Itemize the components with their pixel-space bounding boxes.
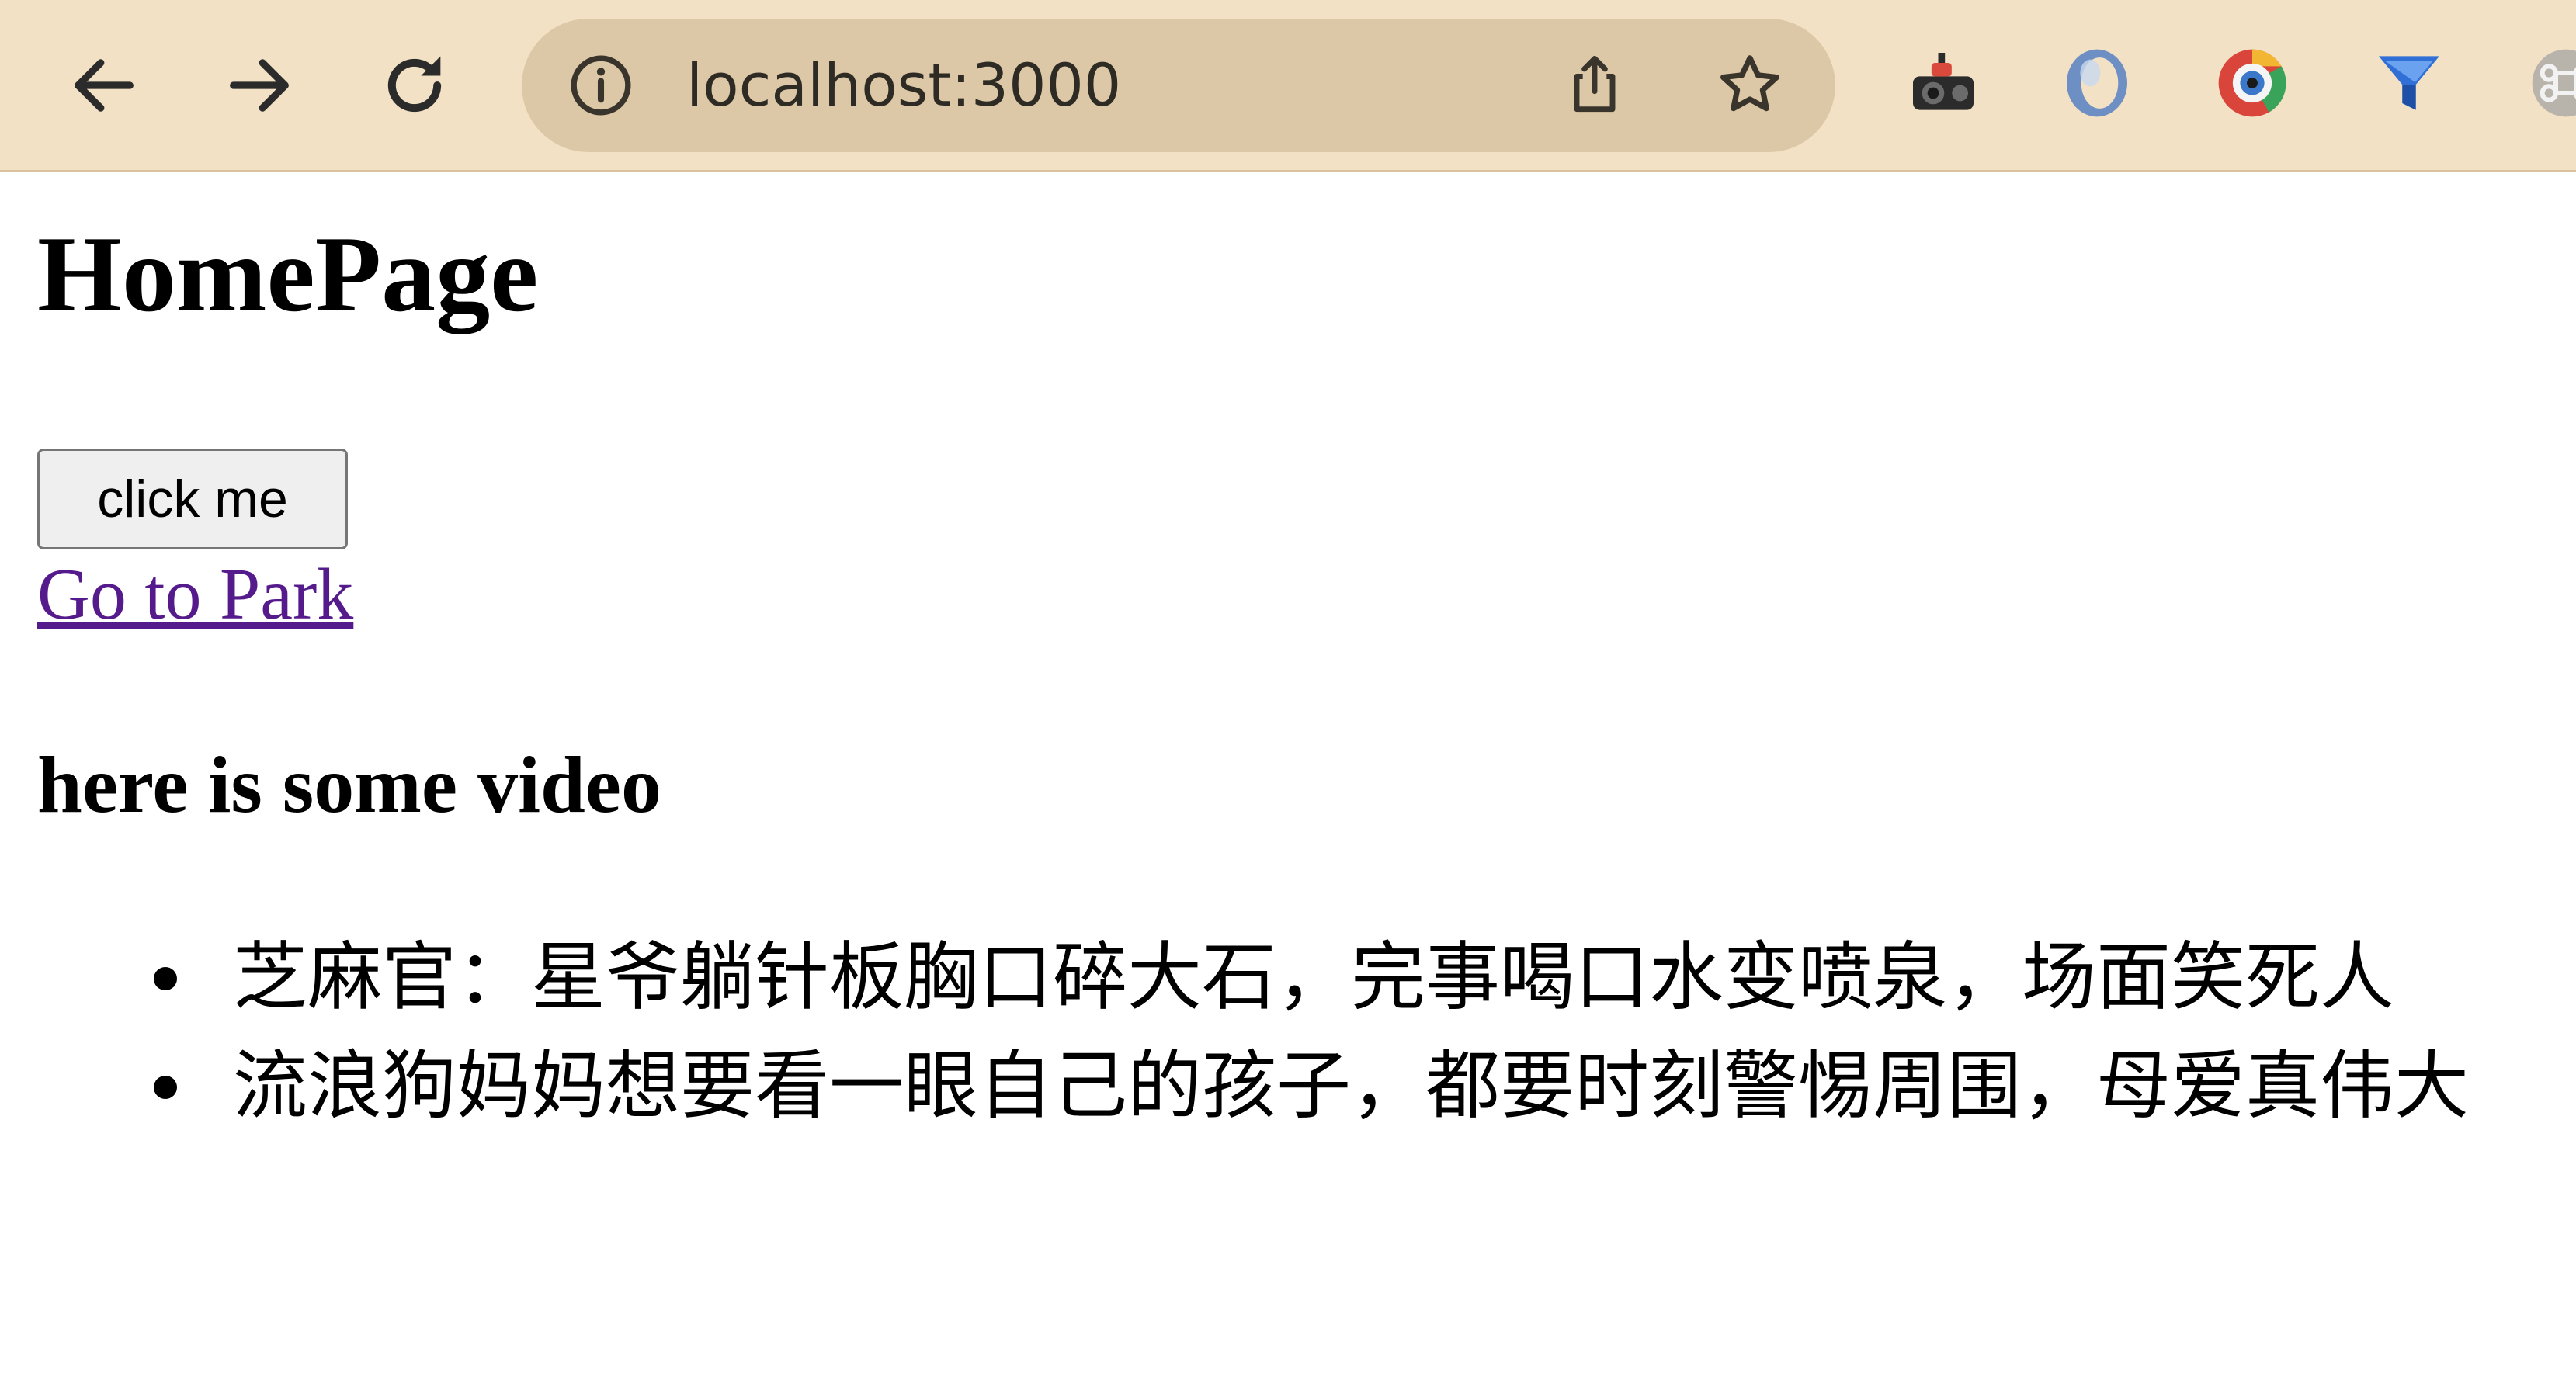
reload-button[interactable]: [368, 39, 461, 132]
share-button[interactable]: [1556, 47, 1633, 124]
ring-extension-icon: [2067, 49, 2127, 117]
command-extension-button[interactable]: [2523, 40, 2576, 126]
funnel-extension-button[interactable]: [2366, 40, 2452, 126]
page-title: HomePage: [37, 214, 539, 334]
address-bar[interactable]: localhost:3000: [522, 19, 1835, 152]
ring-extension-button[interactable]: [2054, 40, 2140, 126]
site-info-button[interactable]: [567, 51, 635, 120]
camera-extension-icon: [1913, 53, 1974, 110]
click-me-button[interactable]: click me: [37, 449, 348, 549]
page-content: HomePage click me Go to Park here is som…: [0, 172, 2576, 1383]
camera-extension-button[interactable]: [1901, 40, 1986, 126]
forward-arrow-icon: [230, 59, 289, 112]
video-title: 芝麻官：星爷躺针板胸口碎大石，完事喝口水变喷泉，场面笑死人: [233, 936, 2394, 1019]
command-extension-icon: [2532, 49, 2576, 117]
funnel-extension-icon: [2379, 56, 2439, 110]
video-title: 流浪狗妈妈想要看一眼自己的孩子，都要时刻警惕周围，母爱真伟大: [233, 1045, 2469, 1128]
video-list: 芝麻官：星爷躺针板胸口碎大石，完事喝口水变喷泉，场面笑死人 流浪狗妈妈想要看一眼…: [154, 924, 2562, 1141]
back-button[interactable]: [57, 39, 151, 132]
reload-icon: [387, 56, 442, 113]
bullet-icon: [154, 967, 177, 990]
forward-button[interactable]: [213, 39, 306, 132]
list-item: 流浪狗妈妈想要看一眼自己的孩子，都要时刻警惕周围，母爱真伟大: [154, 1032, 2562, 1141]
info-icon: [571, 55, 631, 116]
browser-toolbar: localhost:3000: [0, 0, 2576, 172]
back-arrow-icon: [75, 59, 134, 112]
bookmark-button[interactable]: [1711, 47, 1789, 124]
color-picker-extension-icon: [2218, 49, 2286, 117]
share-icon: [1574, 56, 1616, 113]
bookmark-star-icon: [1720, 55, 1779, 112]
url-text[interactable]: localhost:3000: [686, 19, 1121, 152]
go-to-park-link[interactable]: Go to Park: [37, 551, 353, 639]
color-picker-extension-button[interactable]: [2210, 40, 2295, 126]
video-section-title: here is some video: [37, 740, 661, 830]
bullet-icon: [154, 1076, 177, 1099]
list-item: 芝麻官：星爷躺针板胸口碎大石，完事喝口水变喷泉，场面笑死人: [154, 924, 2562, 1032]
